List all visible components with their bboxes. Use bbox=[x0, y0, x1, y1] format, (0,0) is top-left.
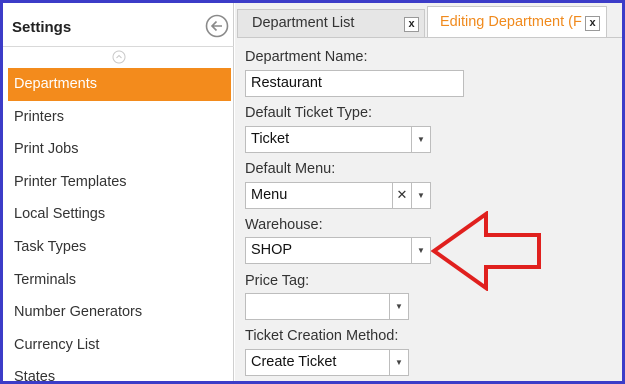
default-menu-label: Default Menu: bbox=[245, 161, 336, 177]
chevron-down-icon[interactable]: ▼ bbox=[411, 127, 430, 152]
chevron-down-icon[interactable]: ▼ bbox=[411, 183, 430, 208]
department-name-label: Department Name: bbox=[245, 49, 368, 65]
tab-editing-department[interactable]: Editing Department (F x bbox=[427, 6, 607, 38]
tab-department-list-label: Department List bbox=[252, 15, 355, 31]
sidebar-item-number-generators[interactable]: Number Generators bbox=[8, 296, 231, 329]
default-ticket-type-select[interactable]: Ticket ▼ bbox=[245, 126, 431, 153]
settings-sidebar: Settings Departments Printers Print Jobs… bbox=[3, 3, 234, 381]
price-tag-select[interactable]: ▼ bbox=[245, 293, 409, 320]
clear-x-icon[interactable]: ✕ bbox=[392, 183, 411, 208]
chevron-down-icon[interactable]: ▼ bbox=[411, 238, 430, 263]
tab-editing-department-label: Editing Department (F bbox=[440, 14, 582, 30]
collapse-up-icon[interactable] bbox=[112, 50, 126, 64]
default-ticket-type-value: Ticket bbox=[251, 131, 290, 147]
window-frame: Settings Departments Printers Print Jobs… bbox=[0, 0, 625, 384]
back-arrow-icon[interactable] bbox=[205, 14, 229, 38]
sidebar-title: Settings bbox=[12, 19, 72, 36]
sidebar-header: Settings bbox=[3, 3, 234, 47]
ticket-creation-method-label: Ticket Creation Method: bbox=[245, 328, 399, 344]
close-icon[interactable]: x bbox=[404, 17, 419, 32]
main-area: Department List x Editing Department (F … bbox=[235, 3, 622, 381]
chevron-down-icon[interactable]: ▼ bbox=[389, 294, 408, 319]
chevron-down-icon[interactable]: ▼ bbox=[389, 350, 408, 375]
tab-department-list[interactable]: Department List x bbox=[237, 9, 425, 37]
sidebar-item-currency-list[interactable]: Currency List bbox=[8, 329, 231, 362]
sidebar-item-local-settings[interactable]: Local Settings bbox=[8, 198, 231, 231]
default-menu-value: Menu bbox=[251, 187, 288, 203]
sidebar-item-departments[interactable]: Departments bbox=[8, 68, 231, 101]
department-form: Department Name: Restaurant Default Tick… bbox=[237, 37, 622, 381]
warehouse-select[interactable]: SHOP ▼ bbox=[245, 237, 431, 264]
sidebar-item-states[interactable]: States bbox=[8, 361, 231, 381]
sidebar-list: Departments Printers Print Jobs Printer … bbox=[8, 68, 231, 381]
sidebar-item-task-types[interactable]: Task Types bbox=[8, 231, 231, 264]
ticket-creation-method-select[interactable]: Create Ticket ▼ bbox=[245, 349, 409, 376]
sidebar-item-print-jobs[interactable]: Print Jobs bbox=[8, 133, 231, 166]
sidebar-item-printers[interactable]: Printers bbox=[8, 101, 231, 134]
annotation-arrow-icon bbox=[431, 211, 541, 291]
sidebar-item-terminals[interactable]: Terminals bbox=[8, 264, 231, 297]
warehouse-label: Warehouse: bbox=[245, 217, 323, 233]
sidebar-item-printer-templates[interactable]: Printer Templates bbox=[8, 166, 231, 199]
default-menu-select[interactable]: Menu ✕ ▼ bbox=[245, 182, 431, 209]
close-icon[interactable]: x bbox=[585, 16, 600, 31]
warehouse-value: SHOP bbox=[251, 242, 293, 258]
default-ticket-type-label: Default Ticket Type: bbox=[245, 105, 373, 121]
price-tag-label: Price Tag: bbox=[245, 273, 310, 289]
ticket-creation-method-value: Create Ticket bbox=[251, 354, 337, 370]
department-name-input[interactable]: Restaurant bbox=[245, 70, 464, 97]
